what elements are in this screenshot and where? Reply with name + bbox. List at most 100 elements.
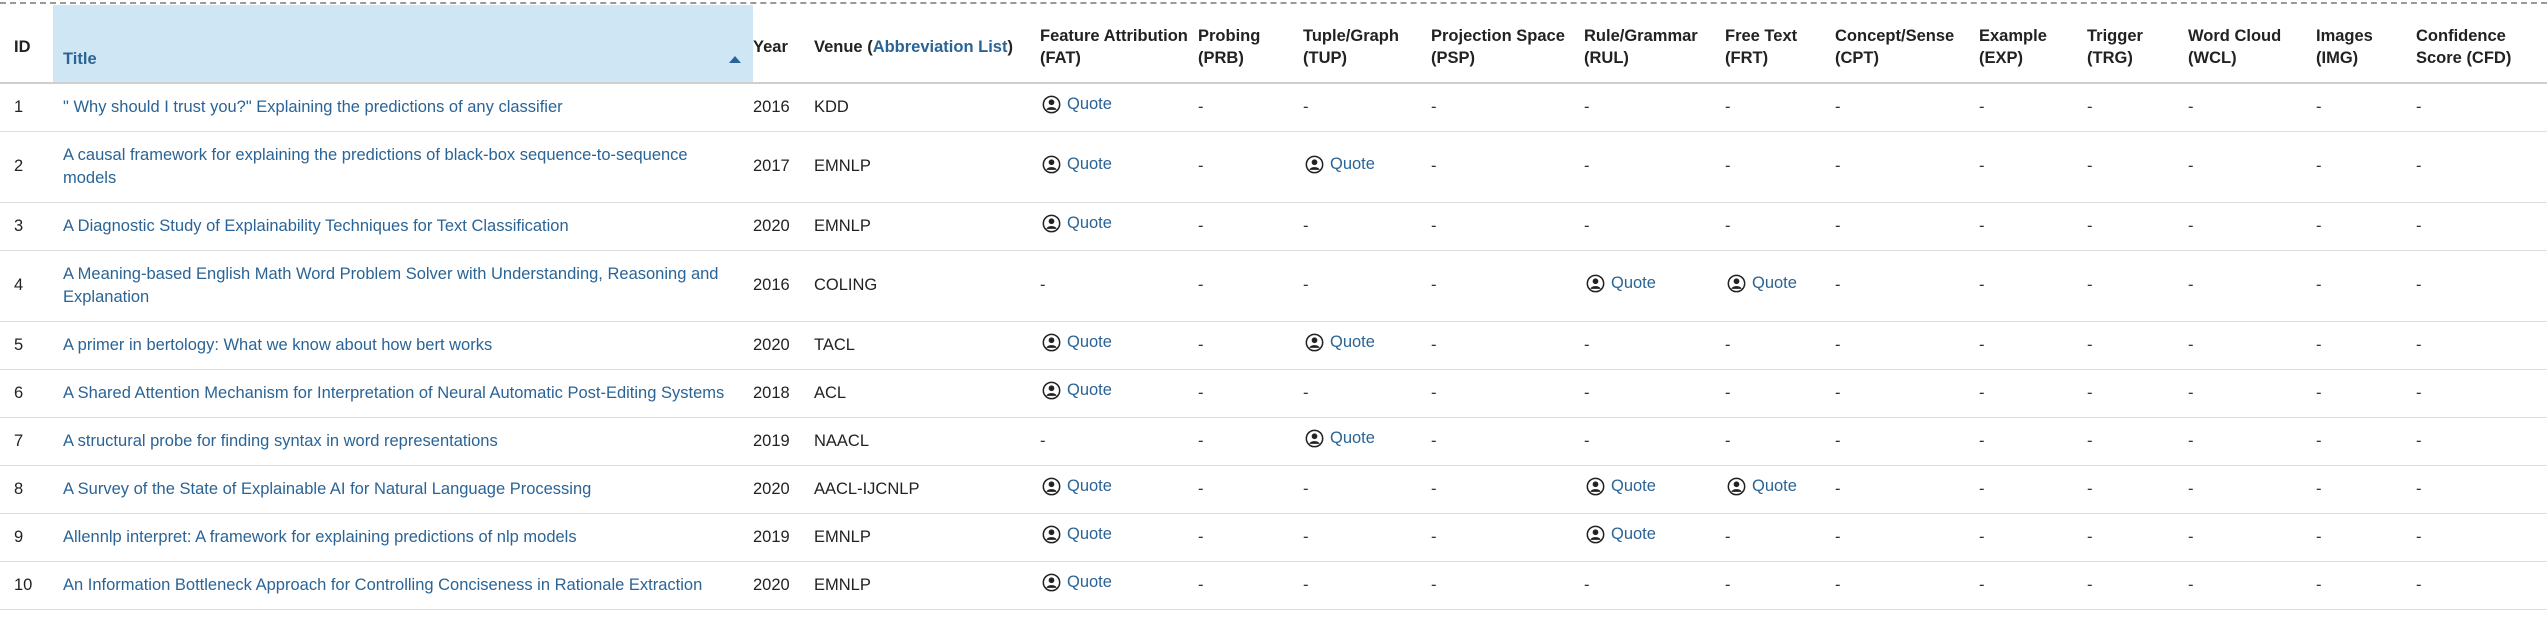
exp-cell: -: [1979, 369, 2087, 418]
psp-cell: -: [1431, 83, 1584, 132]
column-header-trg[interactable]: Trigger (TRG): [2087, 5, 2188, 84]
cfd-cell: -: [2416, 561, 2547, 610]
quote-link[interactable]: Quote: [1584, 475, 1656, 498]
title-cell: A Survey of the State of Explainable AI …: [53, 465, 753, 514]
paper-title-link[interactable]: A Diagnostic Study of Explainability Tec…: [63, 217, 569, 235]
year-cell: 2020: [753, 202, 814, 251]
column-header-year[interactable]: Year: [753, 5, 814, 84]
quote-label: Quote: [1752, 273, 1797, 292]
venue-header-suffix: ): [1007, 37, 1013, 56]
table-row: 3 A Diagnostic Study of Explainability Te…: [0, 202, 2547, 251]
quote-link[interactable]: Quote: [1040, 523, 1112, 546]
tup-cell: -: [1303, 369, 1431, 418]
empty-mark: -: [1431, 216, 1437, 235]
row-id: 10: [0, 561, 53, 610]
paper-title-link[interactable]: An Information Bottleneck Approach for C…: [63, 576, 702, 594]
quote-person-icon: [1303, 155, 1330, 174]
fat-cell: Quote: [1040, 131, 1198, 203]
abbreviation-list-link[interactable]: Abbreviation List: [873, 38, 1008, 56]
quote-link[interactable]: Quote: [1584, 272, 1656, 295]
rul-cell: -: [1584, 131, 1725, 203]
quote-link[interactable]: Quote: [1303, 427, 1375, 450]
quote-link[interactable]: Quote: [1040, 571, 1112, 594]
empty-mark: -: [1198, 431, 1204, 450]
paper-title-link[interactable]: A primer in bertology: What we know abou…: [63, 336, 492, 354]
empty-mark: -: [2316, 479, 2322, 498]
frt-cell: -: [1725, 369, 1835, 418]
row-id: 6: [0, 369, 53, 418]
cfd-cell: -: [2416, 131, 2547, 203]
column-header-frt[interactable]: Free Text (FRT): [1725, 5, 1835, 84]
table-row: 7 A structural probe for finding syntax i…: [0, 417, 2547, 466]
column-header-rul[interactable]: Rule/Grammar (RUL): [1584, 5, 1725, 84]
rul-cell: Quote: [1584, 513, 1725, 562]
wcl-cell: -: [2188, 83, 2316, 132]
title-cell: A Diagnostic Study of Explainability Tec…: [53, 202, 753, 251]
column-header-venue[interactable]: Venue (Abbreviation List): [814, 5, 1040, 84]
quote-link[interactable]: Quote: [1303, 153, 1375, 176]
quote-link[interactable]: Quote: [1040, 93, 1112, 116]
column-header-img[interactable]: Images (IMG): [2316, 5, 2416, 84]
title-cell: Allennlp interpret: A framework for expl…: [53, 513, 753, 562]
table-row: 5 A primer in bertology: What we know abo…: [0, 321, 2547, 370]
trg-cell: -: [2087, 417, 2188, 466]
exp-cell: -: [1979, 131, 2087, 203]
quote-link[interactable]: Quote: [1303, 331, 1375, 354]
column-header-wcl[interactable]: Word Cloud (WCL): [2188, 5, 2316, 84]
quote-person-icon: [1040, 155, 1067, 174]
paper-title-link[interactable]: A Survey of the State of Explainable AI …: [63, 480, 591, 498]
cfd-cell: -: [2416, 513, 2547, 562]
quote-link[interactable]: Quote: [1040, 212, 1112, 235]
tup-cell: -: [1303, 465, 1431, 514]
paper-title-link[interactable]: Allennlp interpret: A framework for expl…: [63, 528, 577, 546]
paper-title-link[interactable]: A Meaning-based English Math Word Proble…: [63, 265, 718, 306]
cpt-cell: -: [1835, 250, 1979, 322]
quote-person-icon: [1584, 274, 1611, 293]
column-header-title[interactable]: Title: [53, 5, 753, 84]
empty-mark: -: [2188, 383, 2194, 402]
empty-mark: -: [2188, 431, 2194, 450]
quote-link[interactable]: Quote: [1584, 523, 1656, 546]
column-header-id[interactable]: ID: [0, 5, 53, 84]
quote-link[interactable]: Quote: [1725, 272, 1797, 295]
column-header-psp[interactable]: Projection Space (PSP): [1431, 5, 1584, 84]
tup-cell: Quote: [1303, 321, 1431, 370]
table-row: 9 Allennlp interpret: A framework for exp…: [0, 513, 2547, 562]
paper-title-link[interactable]: A structural probe for finding syntax in…: [63, 432, 498, 450]
cfd-cell: -: [2416, 83, 2547, 132]
psp-cell: -: [1431, 321, 1584, 370]
title-cell: " Why should I trust you?" Explaining th…: [53, 83, 753, 132]
fat-cell: Quote: [1040, 561, 1198, 610]
quote-link[interactable]: Quote: [1040, 475, 1112, 498]
column-header-fat[interactable]: Feature Attribution (FAT): [1040, 5, 1198, 84]
paper-title-link[interactable]: A Shared Attention Mechanism for Interpr…: [63, 384, 724, 402]
quote-link[interactable]: Quote: [1040, 379, 1112, 402]
column-header-exp[interactable]: Example (EXP): [1979, 5, 2087, 84]
column-header-prb[interactable]: Probing (PRB): [1198, 5, 1303, 84]
cpt-cell: -: [1835, 131, 1979, 203]
quote-link[interactable]: Quote: [1040, 331, 1112, 354]
tup-cell: -: [1303, 83, 1431, 132]
empty-mark: -: [2188, 335, 2194, 354]
quote-link[interactable]: Quote: [1040, 153, 1112, 176]
empty-mark: -: [1584, 335, 1590, 354]
empty-mark: -: [2416, 216, 2422, 235]
prb-cell: -: [1198, 513, 1303, 562]
paper-title-link[interactable]: " Why should I trust you?" Explaining th…: [63, 98, 563, 116]
fat-cell: Quote: [1040, 83, 1198, 132]
wcl-cell: -: [2188, 561, 2316, 610]
frt-cell: -: [1725, 321, 1835, 370]
empty-mark: -: [1040, 431, 1046, 450]
prb-cell: -: [1198, 417, 1303, 466]
quote-link[interactable]: Quote: [1725, 475, 1797, 498]
column-header-cpt[interactable]: Concept/Sense (CPT): [1835, 5, 1979, 84]
column-header-cfd[interactable]: Confidence Score (CFD): [2416, 5, 2547, 84]
empty-mark: -: [2316, 97, 2322, 116]
row-id: 2: [0, 131, 53, 203]
quote-label: Quote: [1752, 477, 1797, 495]
empty-mark: -: [1979, 431, 1985, 450]
trg-cell: -: [2087, 561, 2188, 610]
fat-cell: Quote: [1040, 513, 1198, 562]
paper-title-link[interactable]: A causal framework for explaining the pr…: [63, 146, 688, 187]
column-header-tup[interactable]: Tuple/Graph (TUP): [1303, 5, 1431, 84]
